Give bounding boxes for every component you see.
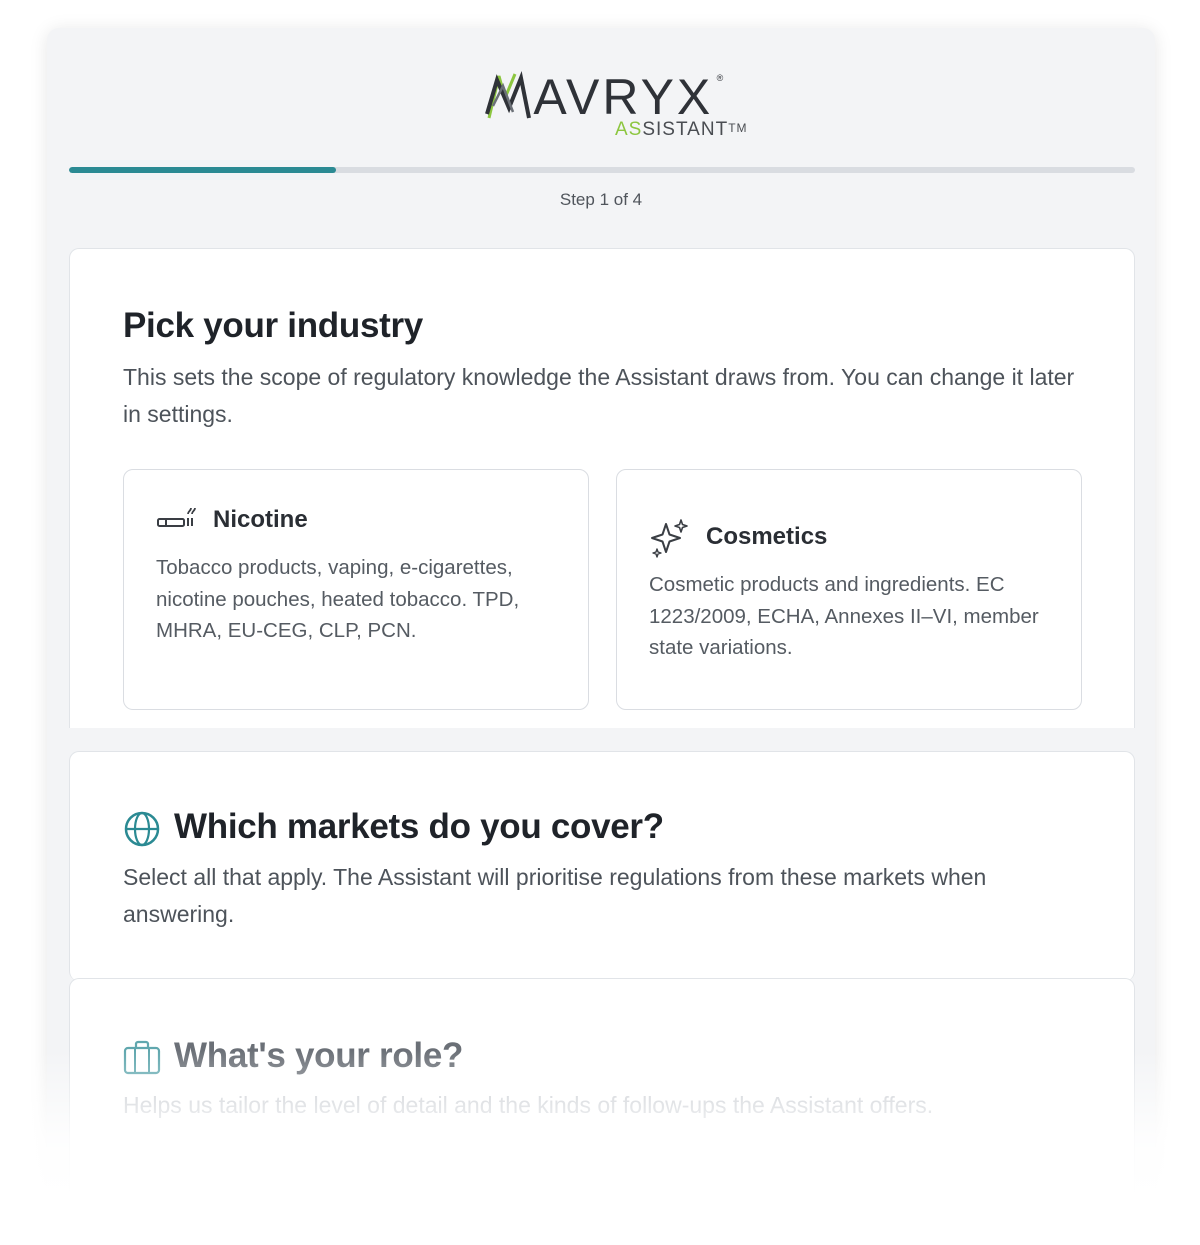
globe-icon <box>123 810 161 853</box>
option-description: Tobacco products, vaping, e-cigarettes, … <box>156 556 520 642</box>
logo-brush-mark-icon <box>484 71 531 119</box>
progress-bar-fill <box>69 167 336 173</box>
industry-option-nicotine[interactable]: Nicotine Tobacco products, vaping, e-cig… <box>123 469 589 710</box>
markets-description: Select all that apply. The Assistant wil… <box>123 864 987 927</box>
industry-section: Pick your industry This sets the scope o… <box>69 248 1135 728</box>
logo-subtitle: ASSISTANTTM <box>615 119 748 140</box>
industry-description: This sets the scope of regulatory knowle… <box>123 364 1075 427</box>
role-title: What's your role? <box>174 1036 464 1075</box>
option-description: Cosmetic products and ingredients. EC 12… <box>649 573 1039 659</box>
briefcase-icon <box>123 1039 161 1080</box>
sparkles-icon <box>649 518 689 563</box>
industry-option-cosmetics[interactable]: Cosmetics Cosmetic products and ingredie… <box>616 469 1082 710</box>
progress-bar <box>69 167 1135 173</box>
brand-logo: M AVRYX® <box>47 71 1155 122</box>
markets-section: Which markets do you cover? Select all t… <box>69 751 1135 981</box>
role-description: Helps us tailor the level of detail and … <box>123 1092 934 1118</box>
option-label: Nicotine <box>213 506 308 533</box>
markets-title: Which markets do you cover? <box>174 807 664 846</box>
onboarding-window: M AVRYX® ASSISTANTTM Step 1 of 4 Pick yo… <box>47 28 1155 1218</box>
step-indicator: Step 1 of 4 <box>559 190 643 209</box>
cigarette-icon <box>156 504 196 539</box>
role-section: What's your role? Helps us tailor the le… <box>69 978 1135 1218</box>
option-label: Cosmetics <box>706 523 828 550</box>
logo-m-letter: M <box>484 71 534 122</box>
industry-title: Pick your industry <box>123 306 423 345</box>
logo-wordmark: M AVRYX® <box>484 71 723 122</box>
